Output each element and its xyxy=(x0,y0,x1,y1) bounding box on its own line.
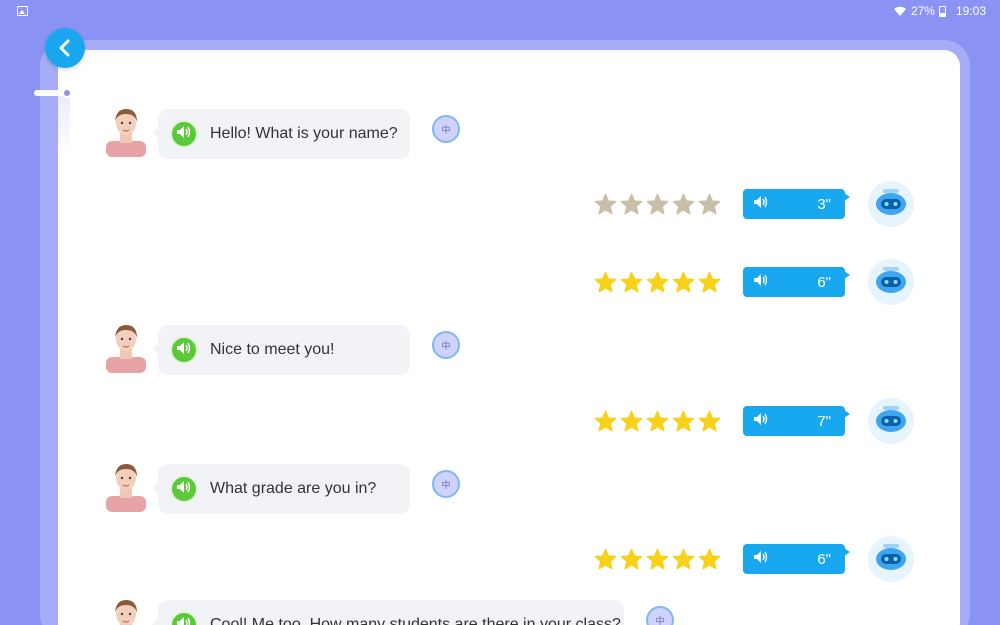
star-filled-icon xyxy=(594,410,617,433)
message-text: Hello! What is your name? xyxy=(210,125,398,142)
robot-icon xyxy=(874,542,908,577)
speaker-icon xyxy=(176,125,192,144)
speaker-icon xyxy=(176,480,192,499)
clock: 19:03 xyxy=(955,4,986,18)
star-filled-icon xyxy=(672,410,695,433)
play-audio-button[interactable] xyxy=(170,120,198,148)
speaker-icon xyxy=(753,412,769,430)
star-filled-icon xyxy=(698,410,721,433)
scroll-indicator[interactable] xyxy=(34,88,72,98)
star-filled-icon xyxy=(646,548,669,571)
star-filled-icon xyxy=(594,271,617,294)
voice-duration: 3" xyxy=(817,195,831,213)
voice-reply-button[interactable]: 3" xyxy=(743,189,850,219)
rating-stars xyxy=(594,271,721,294)
teacher-avatar xyxy=(104,460,148,512)
translate-button[interactable]: 中 xyxy=(432,115,460,143)
star-filled-icon xyxy=(672,271,695,294)
student-avatar xyxy=(868,536,914,582)
translate-label: 中 xyxy=(441,479,451,490)
teacher-avatar xyxy=(104,596,148,625)
rating-stars xyxy=(594,193,721,216)
robot-icon xyxy=(874,404,908,439)
translate-label: 中 xyxy=(441,340,451,351)
speaker-icon xyxy=(753,195,769,213)
translate-button[interactable]: 中 xyxy=(646,606,674,625)
star-filled-icon xyxy=(672,548,695,571)
chevron-left-icon xyxy=(59,39,70,57)
play-audio-button[interactable] xyxy=(170,475,198,503)
star-empty-icon xyxy=(698,193,721,216)
translate-label: 中 xyxy=(655,615,665,625)
status-right: 27% 19:03 xyxy=(893,4,986,18)
scroll-thumb[interactable] xyxy=(62,88,72,98)
wifi-icon xyxy=(893,5,907,17)
teacher-message-bubble: Nice to meet you! xyxy=(152,325,410,375)
message-text: Nice to meet you! xyxy=(210,341,335,358)
message-text: What grade are you in? xyxy=(210,480,377,497)
voice-duration: 6" xyxy=(817,550,831,568)
teacher-avatar xyxy=(104,105,148,157)
battery-icon xyxy=(938,5,946,17)
teacher-message-bubble: Hello! What is your name? xyxy=(152,109,410,159)
voice-reply-button[interactable]: 7" xyxy=(743,406,850,436)
star-filled-icon xyxy=(620,410,643,433)
message-text: Cool! Me too. How many students are ther… xyxy=(210,616,621,625)
star-filled-icon xyxy=(594,548,617,571)
play-audio-button[interactable] xyxy=(170,336,198,364)
rating-stars xyxy=(594,410,721,433)
star-filled-icon xyxy=(646,271,669,294)
star-filled-icon xyxy=(620,271,643,294)
teacher-avatar xyxy=(104,321,148,373)
chat-panel: Hello! What is your name? 中 Nice to meet y… xyxy=(58,50,960,625)
status-bar: 27% 19:03 xyxy=(0,0,1000,24)
star-filled-icon xyxy=(620,548,643,571)
gallery-icon xyxy=(17,6,28,16)
speaker-icon xyxy=(176,616,192,625)
battery-percent: 27% xyxy=(910,4,935,18)
star-empty-icon xyxy=(646,193,669,216)
star-empty-icon xyxy=(672,193,695,216)
voice-duration: 7" xyxy=(817,412,831,430)
student-avatar xyxy=(868,398,914,444)
play-audio-button[interactable] xyxy=(170,611,198,625)
translate-label: 中 xyxy=(441,124,451,135)
robot-icon xyxy=(874,187,908,222)
teacher-message-bubble: What grade are you in? xyxy=(152,464,410,514)
star-filled-icon xyxy=(698,271,721,294)
star-empty-icon xyxy=(594,193,617,216)
speaker-icon xyxy=(753,273,769,291)
robot-icon xyxy=(874,265,908,300)
voice-reply-button[interactable]: 6" xyxy=(743,267,850,297)
translate-button[interactable]: 中 xyxy=(432,470,460,498)
star-filled-icon xyxy=(646,410,669,433)
star-empty-icon xyxy=(620,193,643,216)
voice-reply-button[interactable]: 6" xyxy=(743,544,850,574)
scroll-shadow xyxy=(58,96,70,156)
star-filled-icon xyxy=(698,548,721,571)
voice-duration: 6" xyxy=(817,273,831,291)
student-avatar xyxy=(868,181,914,227)
back-button[interactable] xyxy=(45,28,85,68)
teacher-message-bubble: Cool! Me too. How many students are ther… xyxy=(152,600,624,625)
translate-button[interactable]: 中 xyxy=(432,331,460,359)
speaker-icon xyxy=(753,550,769,568)
speaker-icon xyxy=(176,341,192,360)
student-avatar xyxy=(868,259,914,305)
rating-stars xyxy=(594,548,721,571)
